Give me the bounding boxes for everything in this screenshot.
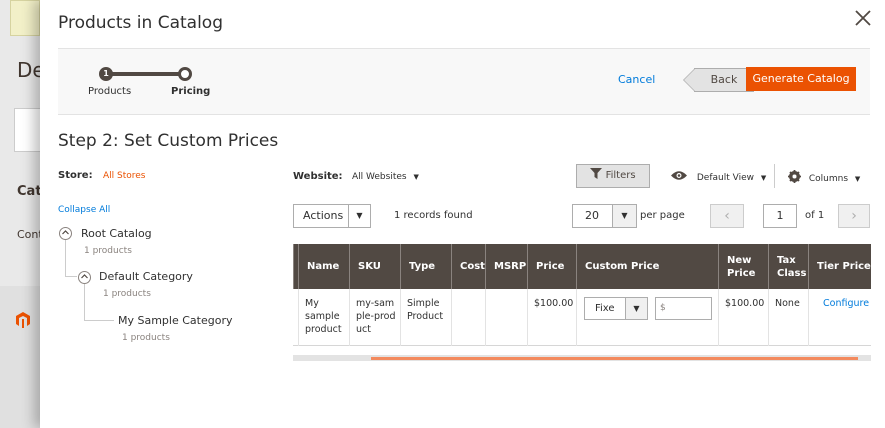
step-1-indicator: 1 bbox=[99, 67, 113, 81]
previous-page-button[interactable]: ‹ bbox=[710, 204, 744, 228]
store-value[interactable]: All Stores bbox=[103, 171, 146, 181]
records-found: 1 records found bbox=[394, 210, 473, 221]
tree-node-my-sample-category[interactable]: My Sample Category bbox=[118, 314, 233, 327]
column-header-price[interactable]: Price bbox=[527, 244, 576, 289]
page-count: of 1 bbox=[805, 210, 825, 221]
next-page-button[interactable]: › bbox=[838, 204, 870, 228]
tree-node-count: 1 products bbox=[103, 289, 151, 299]
caret-down-icon: ▼ bbox=[348, 205, 370, 227]
step-2-indicator bbox=[178, 67, 192, 81]
column-header-type[interactable]: Type bbox=[400, 244, 451, 289]
custom-price-type-value: Fixe bbox=[595, 303, 615, 314]
background-page: De Cata Cont bbox=[0, 0, 40, 428]
step-label-pricing[interactable]: Pricing bbox=[171, 86, 210, 97]
caret-down-icon: ▼ bbox=[612, 205, 636, 227]
column-header-cost[interactable]: Cost bbox=[451, 244, 485, 289]
close-icon[interactable] bbox=[852, 9, 874, 31]
per-page-select[interactable]: 20 ▼ bbox=[572, 204, 637, 228]
column-header-new-price[interactable]: New Price bbox=[718, 244, 768, 289]
products-grid: Name SKU Type Cost MSRP Price Custom Pri… bbox=[293, 244, 871, 346]
cell-tax-class: None bbox=[768, 289, 808, 346]
configure-tier-price-link[interactable]: Configure bbox=[808, 289, 871, 346]
column-header-custom-price[interactable]: Custom Price bbox=[576, 244, 718, 289]
magento-logo-icon bbox=[16, 312, 30, 329]
custom-price-input[interactable]: $ bbox=[655, 297, 712, 320]
caret-down-icon: ▼ bbox=[760, 174, 767, 182]
custom-price-type-select[interactable]: Fixe ▼ bbox=[584, 297, 648, 320]
cancel-button[interactable]: Cancel bbox=[618, 73, 655, 86]
table-row: My sample product my-sample-product Simp… bbox=[293, 289, 871, 346]
per-page-label: per page bbox=[640, 210, 685, 221]
cell-msrp bbox=[485, 289, 527, 346]
tree-node-count: 1 products bbox=[84, 246, 132, 256]
caret-down-icon: ▼ bbox=[625, 298, 647, 319]
modal-title: Products in Catalog bbox=[58, 13, 223, 33]
actions-dropdown[interactable]: Actions ▼ bbox=[293, 204, 371, 228]
horizontal-scrollbar[interactable] bbox=[293, 355, 871, 361]
back-button[interactable]: Back bbox=[683, 68, 754, 92]
tree-node-root-catalog[interactable]: Root Catalog bbox=[81, 227, 152, 240]
cell-price: $100.00 bbox=[527, 289, 576, 346]
background-content: Cont bbox=[17, 228, 40, 241]
tree-connector bbox=[65, 240, 77, 277]
actions-label: Actions bbox=[303, 209, 344, 222]
step-label-products[interactable]: Products bbox=[88, 86, 131, 97]
collapse-root-icon[interactable] bbox=[59, 227, 72, 240]
scrollbar-thumb[interactable] bbox=[371, 357, 858, 360]
background-section: Cata bbox=[17, 184, 40, 199]
chevron-left-icon: ‹ bbox=[724, 208, 730, 224]
eye-icon bbox=[670, 171, 691, 183]
column-header-msrp[interactable]: MSRP bbox=[485, 244, 527, 289]
collapse-all-link[interactable]: Collapse All bbox=[58, 205, 110, 215]
cell-sku: my-sample-product bbox=[349, 289, 400, 346]
products-modal: Products in Catalog 1 Products Pricing C… bbox=[40, 0, 885, 428]
columns-label: Columns bbox=[808, 174, 849, 184]
page-number-input[interactable]: 1 bbox=[763, 204, 797, 228]
per-page-value: 20 bbox=[585, 209, 599, 222]
step-progress-line bbox=[106, 72, 184, 76]
filters-button[interactable]: Filters bbox=[576, 164, 650, 188]
caret-down-icon: ▼ bbox=[413, 173, 419, 181]
cell-name: My sample product bbox=[298, 289, 349, 346]
collapse-default-icon[interactable] bbox=[78, 271, 91, 284]
view-dropdown[interactable]: Default View ▼ bbox=[670, 170, 766, 183]
cell-cost bbox=[451, 289, 485, 346]
store-label: Store: bbox=[58, 170, 93, 181]
website-value: All Websites bbox=[352, 172, 407, 182]
website-dropdown[interactable]: All Websites ▼ bbox=[352, 172, 419, 182]
column-header-tier-price[interactable]: Tier Price bbox=[808, 244, 871, 289]
caret-down-icon: ▼ bbox=[854, 175, 861, 183]
column-header-tax-class[interactable]: Tax Class bbox=[768, 244, 808, 289]
column-header-name[interactable]: Name bbox=[298, 244, 349, 289]
step-heading: Step 2: Set Custom Prices bbox=[58, 131, 279, 151]
background-title: De bbox=[17, 58, 40, 82]
website-label: Website: bbox=[293, 171, 343, 182]
chevron-right-icon: › bbox=[851, 208, 857, 224]
column-header-sku[interactable]: SKU bbox=[349, 244, 400, 289]
cell-type: Simple Product bbox=[400, 289, 451, 346]
generate-catalog-button[interactable]: Generate Catalog bbox=[746, 67, 856, 91]
filter-icon bbox=[590, 168, 605, 181]
background-panel bbox=[14, 108, 40, 152]
grid-header: Name SKU Type Cost MSRP Price Custom Pri… bbox=[293, 244, 871, 289]
view-label: Default View bbox=[696, 173, 754, 183]
background-notice bbox=[10, 0, 40, 36]
columns-dropdown[interactable]: Columns ▼ bbox=[788, 170, 860, 184]
toolbar-divider bbox=[774, 164, 775, 188]
gear-icon bbox=[788, 170, 804, 184]
cell-new-price: $100.00 bbox=[718, 289, 768, 346]
tree-node-default-category[interactable]: Default Category bbox=[99, 270, 193, 283]
tree-node-count: 1 products bbox=[122, 333, 170, 343]
filters-label: Filters bbox=[605, 170, 636, 181]
background-footer bbox=[0, 286, 40, 428]
